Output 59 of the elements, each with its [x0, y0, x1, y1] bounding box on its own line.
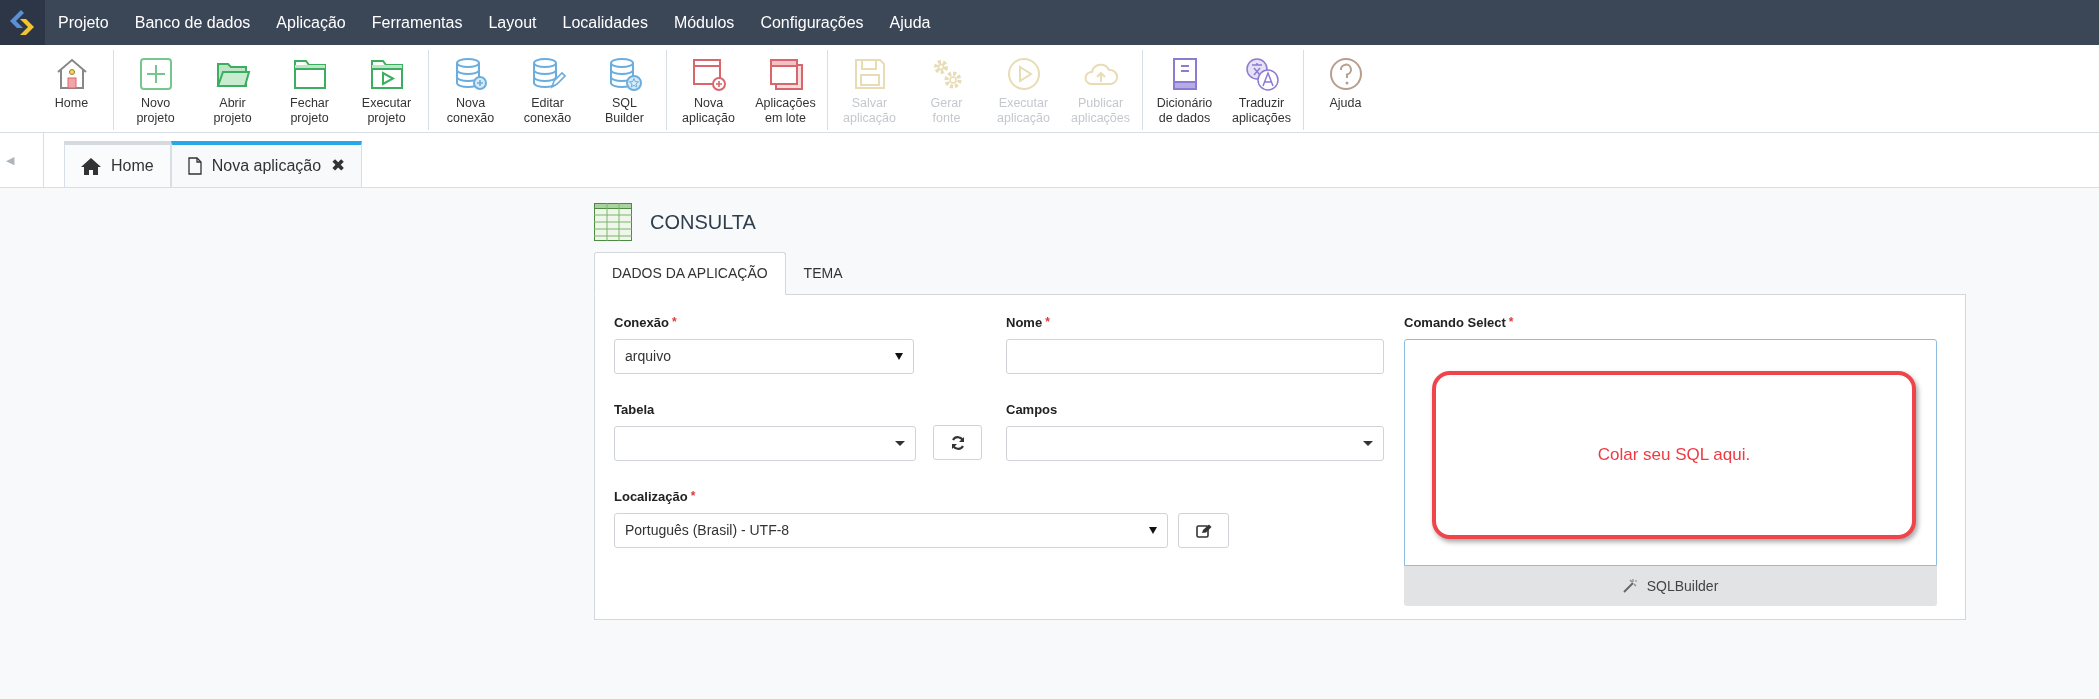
edit-icon [1195, 523, 1212, 538]
menu-item[interactable]: Layout [475, 0, 550, 45]
caret-icon [894, 353, 903, 360]
tab[interactable]: DADOS DA APLICAÇÃO [594, 252, 786, 295]
file-icon [187, 157, 202, 175]
menu-item[interactable]: Módulos [660, 0, 748, 45]
toolbar-button[interactable]: Dicionário de dados [1146, 50, 1223, 130]
refresh-button[interactable] [933, 425, 982, 460]
field-label: Nome * [1006, 314, 1051, 329]
toolbar-button[interactable]: Novo projeto [117, 50, 194, 130]
menu-item[interactable]: Configurações [747, 0, 877, 45]
plus-square-icon [137, 56, 174, 92]
menu-item[interactable]: Ajuda [876, 0, 944, 45]
menu-item[interactable]: Banco de dados [121, 0, 264, 45]
callout-note: Colar seu SQL aqui. [1432, 371, 1916, 539]
close-icon[interactable]: ✖ [331, 153, 346, 179]
window-add-icon [690, 56, 727, 92]
magic-wand-icon [1622, 579, 1637, 593]
page-title: CONSULTA [650, 210, 756, 234]
document-tab[interactable]: Nova aplicação ✖ [170, 141, 363, 187]
translate-icon [1243, 56, 1280, 92]
toolbar-button[interactable]: Abrir projeto [194, 50, 271, 130]
menu-item[interactable]: Ferramentas [358, 0, 476, 45]
caret-icon [1363, 441, 1373, 446]
spreadsheet-icon [594, 203, 632, 241]
connection-select[interactable]: arquivo [614, 339, 914, 374]
menu-item[interactable]: Localidades [549, 0, 661, 45]
sqlbuilder-button[interactable]: SQLBuilder [1404, 566, 1937, 606]
field-label: Conexão * [614, 314, 678, 329]
toolbar-button[interactable]: SQL Builder [586, 50, 663, 130]
field-label: Tabela [614, 401, 656, 416]
field-label: Comando Select * [1404, 314, 1515, 329]
toolbar-button[interactable]: Editar conexão [509, 50, 586, 130]
table-select[interactable] [614, 426, 916, 461]
fields-select[interactable] [1006, 426, 1384, 461]
toolbar-button[interactable]: Nova conexão [432, 50, 509, 130]
toolbar-button[interactable]: Nova aplicação [670, 50, 747, 130]
toolbar-button[interactable]: Ajuda [1307, 50, 1384, 130]
caret-icon [895, 441, 905, 446]
toolbar-button[interactable]: Aplicações em lote [747, 50, 824, 130]
document-tab[interactable]: Home [64, 141, 171, 187]
toolbar-button[interactable]: Home [33, 50, 110, 130]
edit-button[interactable] [1178, 513, 1229, 548]
name-input[interactable] [1006, 339, 1384, 374]
sql-textarea[interactable]: Colar seu SQL aqui. [1404, 339, 1937, 566]
toolbar-button[interactable]: Traduzir aplicações [1223, 50, 1300, 130]
caret-icon [1149, 527, 1157, 534]
menu-item[interactable]: Aplicação [263, 0, 359, 45]
toolbar-button[interactable]: Executar projeto [348, 50, 425, 130]
locale-select[interactable]: Português (Brasil) - UTF-8 [614, 513, 1168, 548]
refresh-icon [949, 434, 966, 451]
toolbar-button[interactable]: Fechar projeto [271, 50, 348, 130]
play-circle-icon [1005, 56, 1042, 92]
house-icon [81, 157, 101, 175]
field-label: Localização * [614, 488, 697, 503]
tab[interactable]: TEMA [785, 252, 861, 295]
help-circle-icon [1327, 56, 1364, 92]
menu-item[interactable]: Projeto [45, 0, 122, 45]
field-label: Campos [1006, 401, 1059, 416]
